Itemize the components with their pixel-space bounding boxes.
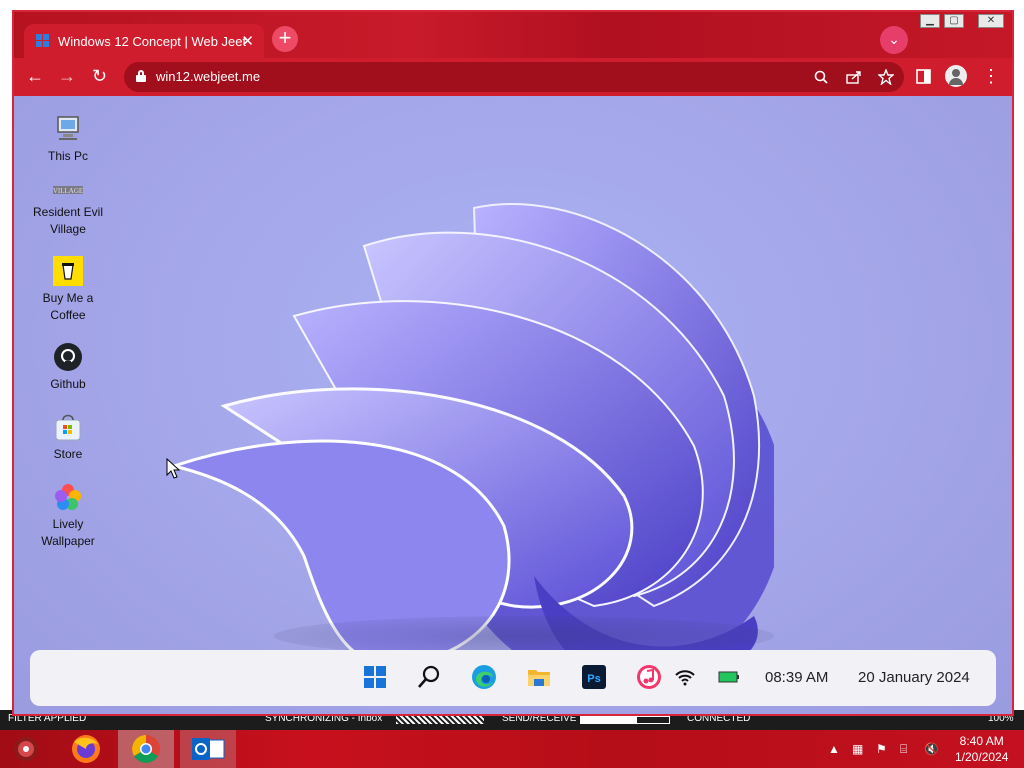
desktop-icon-buy-me-a-coffee[interactable]: Buy Me a Coffee [28, 256, 108, 324]
show-hidden-icons-icon[interactable]: ▲ [828, 742, 842, 756]
firefox-icon[interactable] [58, 730, 114, 768]
coffee-cup-icon [53, 256, 83, 286]
share-icon[interactable] [846, 70, 862, 84]
taskbar-clock[interactable]: 08:39 AM [765, 669, 828, 686]
bookmark-star-icon[interactable] [878, 69, 894, 85]
browser-toolbar: ← → ↻ win12.webjeet.me ⋮ [14, 58, 1012, 96]
lock-icon[interactable] [136, 70, 146, 82]
edge-browser-icon[interactable] [471, 664, 497, 690]
wifi-icon[interactable] [672, 664, 698, 690]
tab-search-chevron-icon[interactable]: ⌄ [880, 26, 908, 54]
desktop-icon-label: Store [53, 447, 83, 461]
photoshop-icon[interactable]: Ps [581, 664, 607, 690]
sync-progress [396, 716, 484, 724]
outlook-icon[interactable] [180, 730, 236, 768]
desktop-icon-label: This Pc [47, 149, 88, 163]
start-windows-icon[interactable] [362, 664, 388, 690]
resident-evil-logo-icon: VILLAGE [53, 182, 83, 200]
back-icon[interactable]: ← [26, 66, 44, 87]
maximize-button[interactable]: ▢ [944, 14, 964, 28]
github-icon [53, 342, 83, 372]
chrome-taskbar-icon[interactable] [118, 730, 174, 768]
computer-icon [53, 114, 83, 144]
tab-active[interactable]: Windows 12 Concept | Web Jeet ✕ [24, 24, 264, 58]
menu-kebab-icon[interactable]: ⋮ [982, 66, 1000, 87]
host-windows-taskbar: ▲ ▦ ⚑ ⌸ 🔇 8:40 AM 1/20/2024 [0, 730, 1024, 768]
taskbar-date[interactable]: 20 January 2024 [858, 669, 970, 686]
close-window-button[interactable]: ✕ [978, 14, 1004, 28]
desktop-icon-store[interactable]: Store [28, 412, 108, 463]
battery-icon[interactable] [716, 664, 742, 690]
new-tab-button[interactable]: + [272, 26, 298, 52]
svg-text:VILLAGE: VILLAGE [53, 187, 83, 195]
windows-favicon-icon [36, 34, 50, 48]
system-clock[interactable]: 8:40 AM 1/20/2024 [955, 733, 1008, 765]
tab-strip: Windows 12 Concept | Web Jeet ✕ + ⌄ ▁ ▢ … [14, 12, 1012, 58]
web-page-viewport: This Pc VILLAGE Resident Evil Village Bu… [14, 96, 1012, 714]
network-status-icon[interactable]: ⌸ [900, 742, 914, 756]
forward-icon[interactable]: → [58, 66, 76, 87]
search-icon[interactable] [416, 664, 442, 690]
lively-wallpaper-icon [53, 482, 83, 512]
address-bar[interactable]: win12.webjeet.me [124, 62, 904, 92]
url-text[interactable]: win12.webjeet.me [156, 69, 260, 84]
desktop-icon-label: Lively Wallpaper [41, 517, 95, 548]
start-orb-icon[interactable] [4, 730, 60, 768]
itunes-music-icon[interactable] [636, 664, 662, 690]
network-tray-icon[interactable]: ▦ [852, 742, 866, 756]
desktop-icon-label: Buy Me a Coffee [42, 291, 94, 322]
desktop-icon-this-pc[interactable]: This Pc [28, 114, 108, 165]
file-explorer-folder-icon[interactable] [526, 664, 552, 690]
minimize-button[interactable]: ▁ [920, 14, 940, 28]
photoshop-label: Ps [587, 673, 600, 685]
zoom-search-icon[interactable] [814, 70, 828, 84]
system-date: 1/20/2024 [955, 750, 1009, 764]
desktop-icon-label: Resident Evil Village [32, 205, 104, 236]
store-bag-icon [53, 412, 83, 442]
volume-muted-icon[interactable]: 🔇 [924, 742, 939, 756]
mouse-cursor-icon [166, 458, 180, 479]
profile-avatar-icon[interactable] [945, 65, 967, 87]
sendreceive-progress [580, 716, 670, 724]
desktop-icon-resident-evil-village[interactable]: VILLAGE Resident Evil Village [28, 182, 108, 238]
tab-title: Windows 12 Concept | Web Jeet [58, 34, 247, 49]
simulated-taskbar: Ps 08:39 AM 20 January 2024 [30, 650, 996, 706]
side-panel-icon[interactable] [916, 69, 932, 85]
reload-icon[interactable]: ↻ [92, 66, 107, 87]
desktop-icon-label: Github [50, 377, 86, 391]
desktop-icon-lively-wallpaper[interactable]: Lively Wallpaper [28, 482, 108, 550]
chrome-window: Windows 12 Concept | Web Jeet ✕ + ⌄ ▁ ▢ … [12, 10, 1014, 716]
desktop-icon-github[interactable]: Github [28, 342, 108, 393]
action-center-flag-icon[interactable]: ⚑ [876, 742, 890, 756]
system-time: 8:40 AM [959, 734, 1004, 748]
tab-close-icon[interactable]: ✕ [241, 32, 254, 50]
